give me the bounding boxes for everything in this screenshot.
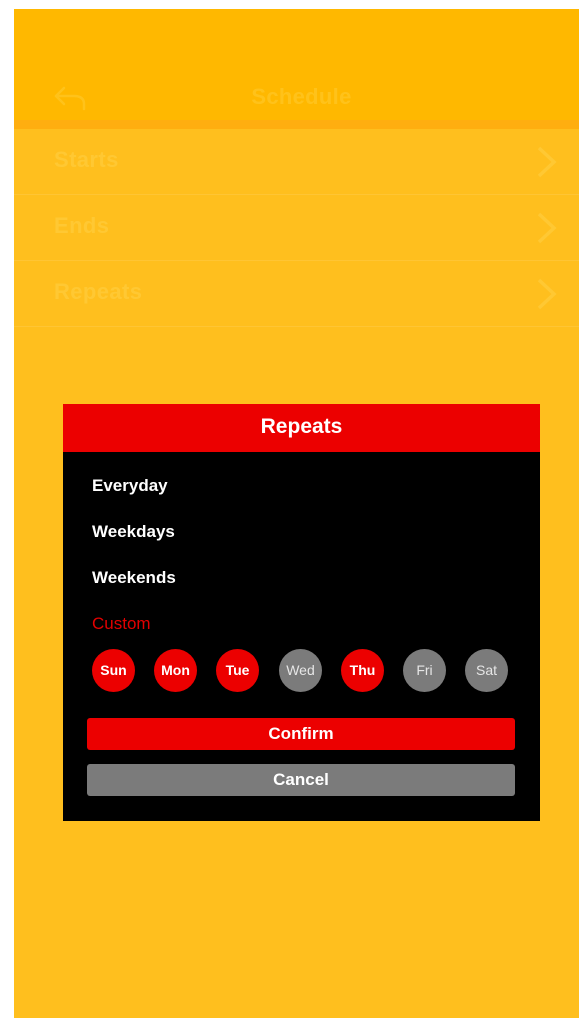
page-title: Schedule (251, 84, 352, 109)
row-ends[interactable]: Ends (14, 195, 579, 261)
option-everyday[interactable]: Everyday (92, 476, 168, 496)
row-starts[interactable]: Starts (14, 129, 579, 195)
chevron-right-icon (537, 146, 557, 178)
day-toggle-thu[interactable]: Thu (341, 649, 384, 692)
repeats-dialog: Repeats Everyday Weekdays Weekends Custo… (63, 404, 540, 821)
option-weekdays[interactable]: Weekdays (92, 522, 175, 542)
option-custom[interactable]: Custom (92, 614, 151, 634)
chevron-right-icon (537, 212, 557, 244)
day-toggle-mon[interactable]: Mon (154, 649, 197, 692)
row-repeats-label: Repeats (54, 279, 143, 304)
day-toggle-sun[interactable]: Sun (92, 649, 135, 692)
header-divider (14, 120, 579, 129)
app-header: Schedule (14, 9, 579, 120)
day-toggle-tue[interactable]: Tue (216, 649, 259, 692)
option-weekends[interactable]: Weekends (92, 568, 176, 588)
row-ends-label: Ends (54, 213, 110, 238)
dialog-title: Repeats (260, 415, 343, 438)
row-repeats[interactable]: Repeats (14, 261, 579, 327)
chevron-right-icon (537, 278, 557, 310)
app-screen: Schedule Starts Ends Repeats Repeats Eve… (14, 9, 579, 1018)
day-toggle-wed[interactable]: Wed (279, 649, 322, 692)
confirm-button[interactable]: Confirm (87, 718, 515, 750)
dialog-title-bar: Repeats (63, 404, 540, 452)
row-starts-label: Starts (54, 147, 119, 172)
day-toggle-fri[interactable]: Fri (403, 649, 446, 692)
day-toggle-sat[interactable]: Sat (465, 649, 508, 692)
cancel-button[interactable]: Cancel (87, 764, 515, 796)
